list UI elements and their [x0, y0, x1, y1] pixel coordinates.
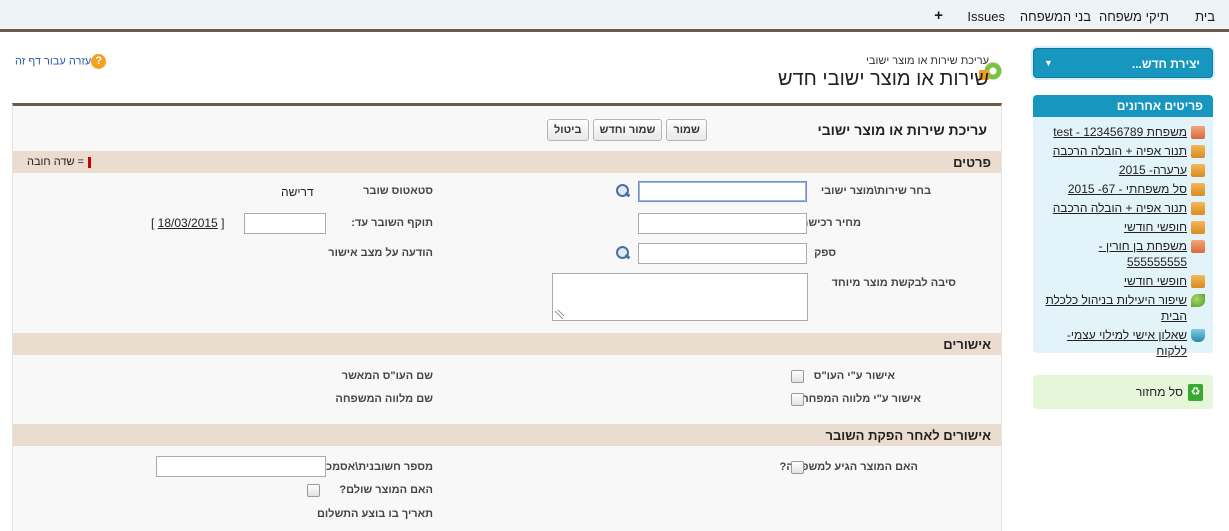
nav-issues[interactable]: Issues [967, 9, 1005, 24]
sidebar: יצירת חדש... ▼ פריטים אחרונים משפחת test… [1017, 35, 1229, 531]
purchase-price-input[interactable] [638, 213, 807, 234]
top-nav: בית תיקי משפחה בני המשפחה Issues + [0, 0, 1229, 32]
save-button[interactable]: שמור [666, 119, 707, 141]
recent-item-link[interactable]: חופשי חודשי [1124, 273, 1187, 289]
recent-item[interactable]: סל משפחתי - 67- 2015 [1037, 181, 1205, 197]
box-icon [1191, 221, 1205, 234]
box-icon [1191, 202, 1205, 215]
voucher-valid-until-input[interactable] [244, 213, 326, 234]
invoice-number-label: מספר חשובנית\אסמכתא [310, 461, 433, 473]
voucher-status-value: דרישה [281, 185, 314, 199]
box-icon [1191, 126, 1205, 139]
today-date-link[interactable]: [ 18/03/2015 ] [151, 216, 224, 230]
invoice-number-input[interactable] [156, 456, 326, 477]
product-paid-label: האם המוצר שולם? [339, 484, 433, 496]
cancel-button[interactable]: ביטול [547, 119, 589, 141]
special-reason-textarea[interactable] [552, 273, 808, 321]
family-escort-approval-label: אישור ע"י מלווה המפחה [801, 393, 921, 405]
family-escort-approval-checkbox[interactable] [791, 393, 804, 406]
box-icon [1191, 275, 1205, 288]
help-text[interactable]: עזרה עבור דף זה [15, 55, 91, 67]
recent-item[interactable]: תנור אפיה + הובלה הרכבה [1037, 143, 1205, 159]
recent-items-title: פריטים אחרונים [1033, 95, 1213, 117]
main-content: ?עזרה עבור דף זה עריכת שירות או מוצר ישו… [0, 35, 1017, 531]
approving-social-worker-label: שם העו"ס המאשר [341, 370, 433, 382]
voucher-valid-until-label: תוקף השובר עד: [351, 217, 433, 229]
recent-item-link[interactable]: תנור אפיה + הובלה הרכבה [1053, 200, 1187, 216]
choose-service-label: בחר שירות\מוצר ישובי [820, 185, 931, 197]
page-subtitle: עריכת שירות או מוצר ישובי [866, 55, 989, 67]
nav-home[interactable]: בית [1195, 9, 1215, 24]
page-title: שירות או מוצר ישובי חדש [778, 68, 989, 90]
product-arrived-checkbox[interactable] [791, 461, 804, 474]
choose-service-input[interactable] [638, 181, 807, 202]
panel-title: עריכת שירות או מוצר ישובי [817, 122, 987, 138]
date-link[interactable]: 18/03/2015 [158, 216, 218, 230]
required-legend: = שדה חובה [27, 156, 91, 168]
save-new-button[interactable]: שמור וחדש [592, 119, 663, 141]
recent-item[interactable]: חופשי חודשי [1037, 273, 1205, 289]
box-icon [1191, 183, 1205, 196]
leaf-icon [1191, 294, 1205, 307]
recent-item-link[interactable]: שאלון אישי למילוי עצמי- ללקוח [1037, 327, 1187, 359]
box-icon [1191, 164, 1205, 177]
recent-item[interactable]: ערערה- 2015 [1037, 162, 1205, 178]
action-buttons: שמור שמור וחדש ביטול [547, 119, 707, 141]
recent-item[interactable]: שיפור היעילות בניהול כלכלת הבית [1037, 292, 1205, 324]
recent-item-link[interactable]: חופשי חודשי [1124, 219, 1187, 235]
lookup-icon[interactable] [615, 246, 631, 260]
required-marker [87, 156, 91, 168]
recent-item-link[interactable]: משפחת test - 123456789 [1053, 124, 1187, 140]
edit-panel: עריכת שירות או מוצר ישובי שמור שמור וחדש… [12, 103, 1002, 531]
nav-family-files[interactable]: תיקי משפחה [1099, 9, 1169, 24]
resize-grip-icon[interactable] [555, 310, 564, 319]
section-post-voucher: אישורים לאחר הפקת השובר [13, 424, 1001, 446]
dropdown-arrow-icon: ▼ [1044, 58, 1053, 68]
recycle-bin[interactable]: ♻ סל מחזור [1033, 375, 1213, 409]
purchase-price-label: מחיר רכישה [800, 217, 861, 229]
lookup-icon[interactable] [615, 184, 631, 198]
box-icon [1191, 145, 1205, 158]
help-icon: ? [91, 54, 107, 69]
recycle-bin-label[interactable]: סל מחזור [1136, 385, 1183, 399]
supplier-label: ספק [814, 247, 836, 259]
supplier-input[interactable] [638, 243, 807, 264]
create-new-label: יצירת חדש... [1131, 57, 1200, 71]
section-details-title: פרטים [953, 155, 991, 170]
social-worker-approval-checkbox[interactable] [791, 370, 804, 383]
recent-item-link[interactable]: משפחת בן חורין - 555555555 [1037, 238, 1187, 270]
section-approvals: אישורים [13, 333, 1001, 355]
required-legend-text: = שדה חובה [27, 156, 84, 168]
nav-plus-tab[interactable]: + [934, 7, 943, 24]
payment-date-label: תאריך בו בוצע התשלום [316, 508, 433, 520]
section-details: פרטים = שדה חובה [13, 151, 1001, 173]
help-link[interactable]: ?עזרה עבור דף זה [15, 54, 110, 69]
nav-family-members[interactable]: בני המשפחה [1020, 9, 1091, 24]
recent-item-link[interactable]: שיפור היעילות בניהול כלכלת הבית [1037, 292, 1187, 324]
product-paid-checkbox[interactable] [307, 484, 320, 497]
create-new-button[interactable]: יצירת חדש... ▼ [1033, 48, 1213, 78]
recycle-bin-icon: ♻ [1188, 384, 1203, 401]
approval-notice-label: הודעה על מצב אישור [328, 247, 433, 259]
recent-item-link[interactable]: סל משפחתי - 67- 2015 [1068, 181, 1187, 197]
special-reason-label: סיבה לבקשת מוצר מיוחד [831, 277, 956, 289]
recent-item[interactable]: חופשי חודשי [1037, 219, 1205, 235]
recent-item[interactable]: משפחת בן חורין - 555555555 [1037, 238, 1205, 270]
social-worker-approval-label: אישור ע"י העו"ס [813, 370, 895, 382]
recent-item[interactable]: משפחת test - 123456789 [1037, 124, 1205, 140]
recent-item[interactable]: שאלון אישי למילוי עצמי- ללקוח [1037, 327, 1205, 359]
box-icon [1191, 240, 1205, 253]
section-post-voucher-title: אישורים לאחר הפקת השובר [825, 428, 991, 443]
voucher-status-label: סטאטוס שובר [363, 185, 433, 197]
recent-item-link[interactable]: תנור אפיה + הובלה הרכבה [1053, 143, 1187, 159]
recent-item[interactable]: תנור אפיה + הובלה הרכבה [1037, 200, 1205, 216]
section-approvals-title: אישורים [943, 337, 991, 352]
recent-items-panel: פריטים אחרונים משפחת test - 123456789 תנ… [1033, 95, 1213, 358]
family-escort-name-label: שם מלווה המשפחה [335, 393, 433, 405]
cup-icon [1191, 329, 1205, 342]
recent-item-link[interactable]: ערערה- 2015 [1119, 162, 1187, 178]
